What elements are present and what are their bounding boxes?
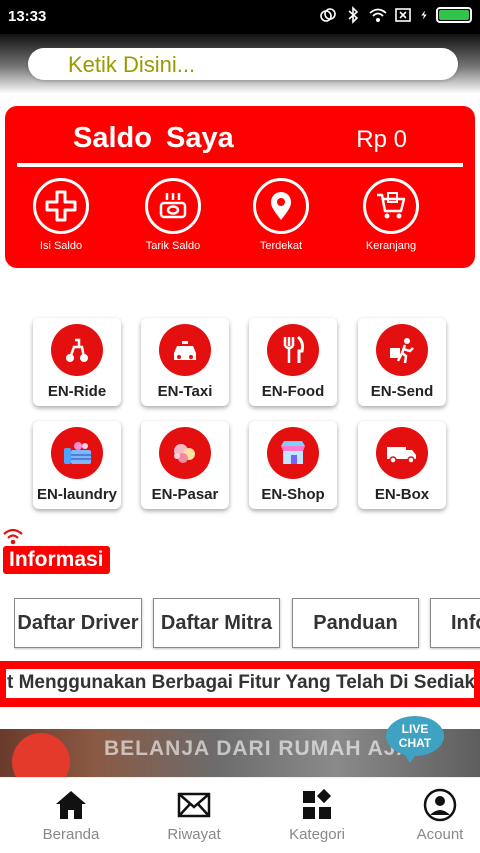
- sync-icon: [320, 8, 336, 22]
- terdekat-button[interactable]: Terdekat: [231, 178, 331, 252]
- taxi-icon: [159, 324, 211, 376]
- isi-saldo-button[interactable]: Isi Saldo: [11, 178, 111, 252]
- search-placeholder: Ketik Disini...: [68, 52, 196, 77]
- announcement-marquee: t Menggunakan Berbagai Fitur Yang Telah …: [0, 661, 480, 707]
- tarik-saldo-label: Tarik Saldo: [145, 240, 201, 252]
- saldo-card: Saldo Saya Rp 0 Isi Saldo Tarik Saldo Te…: [5, 106, 475, 268]
- withdraw-icon: [145, 178, 201, 234]
- service-en-taxi[interactable]: EN-Taxi: [141, 318, 229, 406]
- tab-daftar-driver[interactable]: Daftar Driver: [14, 598, 142, 648]
- info-tabs: Daftar Driver Daftar Mitra Panduan Info: [14, 598, 480, 650]
- isi-saldo-label: Isi Saldo: [39, 240, 83, 252]
- wifi-icon: [369, 8, 387, 22]
- nav-kategori[interactable]: Kategori: [267, 788, 367, 843]
- service-en-send[interactable]: EN-Send: [358, 318, 446, 406]
- status-bar: 13:33: [0, 0, 480, 34]
- nav-riwayat[interactable]: Riwayat: [144, 788, 244, 843]
- service-label: EN-Pasar: [151, 486, 219, 503]
- keranjang-button[interactable]: Keranjang: [341, 178, 441, 252]
- service-en-ride[interactable]: EN-Ride: [33, 318, 121, 406]
- charging-icon: [421, 10, 427, 20]
- fork-knife-icon: [267, 324, 319, 376]
- mail-icon: [144, 788, 244, 822]
- nav-label: Acount: [416, 826, 464, 843]
- account-icon: [390, 788, 480, 822]
- nav-account[interactable]: Acount: [390, 788, 480, 843]
- broadcast-icon: [3, 528, 23, 545]
- saldo-divider: [17, 163, 463, 167]
- service-label: EN-Taxi: [157, 383, 213, 400]
- service-en-box[interactable]: EN-Box: [358, 421, 446, 509]
- nav-label: Riwayat: [167, 826, 221, 843]
- battery-icon: [436, 7, 472, 23]
- service-label: EN-Food: [261, 383, 325, 400]
- service-label: EN-Ride: [47, 383, 107, 400]
- informasi-heading: Informasi: [3, 546, 110, 574]
- saldo-title: Saldo Saya: [73, 122, 234, 154]
- service-label: EN-laundry: [36, 486, 117, 503]
- bluetooth-icon: [348, 6, 359, 24]
- service-en-pasar[interactable]: EN-Pasar: [141, 421, 229, 509]
- banner-text: BELANJA DARI RUMAH AJA: [104, 737, 413, 760]
- keranjang-label: Keranjang: [365, 240, 417, 252]
- category-icon: [267, 788, 367, 822]
- service-en-laundry[interactable]: EN-laundry: [33, 421, 121, 509]
- status-time: 13:33: [8, 8, 47, 25]
- cart-icon: [363, 178, 419, 234]
- shop-icon: [267, 427, 319, 479]
- terdekat-label: Terdekat: [259, 240, 303, 252]
- saldo-amount: Rp 0: [356, 126, 407, 153]
- market-icon: [159, 427, 211, 479]
- marquee-box: t Menggunakan Berbagai Fitur Yang Telah …: [6, 669, 474, 698]
- status-icons: [319, 6, 472, 24]
- location-pin-icon: [253, 178, 309, 234]
- tab-info[interactable]: Info: [430, 598, 480, 648]
- nav-label: Beranda: [42, 826, 100, 843]
- marquee-text: t Menggunakan Berbagai Fitur Yang Telah …: [7, 672, 474, 693]
- nav-beranda[interactable]: Beranda: [21, 788, 121, 843]
- live-chat-button[interactable]: LIVE CHAT: [386, 716, 444, 763]
- tab-panduan[interactable]: Panduan: [292, 598, 419, 648]
- courier-icon: [376, 324, 428, 376]
- laundry-icon: [51, 427, 103, 479]
- sim-x-icon: [395, 8, 411, 22]
- service-en-food[interactable]: EN-Food: [249, 318, 337, 406]
- truck-icon: [376, 427, 428, 479]
- tab-daftar-mitra[interactable]: Daftar Mitra: [153, 598, 280, 648]
- search-input[interactable]: Ketik Disini...: [28, 48, 458, 80]
- plus-icon: [33, 178, 89, 234]
- home-icon: [21, 788, 121, 822]
- service-label: EN-Box: [374, 486, 430, 503]
- service-en-shop[interactable]: EN-Shop: [249, 421, 337, 509]
- service-label: EN-Shop: [261, 486, 325, 503]
- tarik-saldo-button[interactable]: Tarik Saldo: [123, 178, 223, 252]
- live-chat-line2: CHAT: [398, 736, 432, 750]
- service-label: EN-Send: [370, 383, 434, 400]
- bottom-nav: Beranda Riwayat Kategori Acount: [0, 777, 480, 853]
- nav-label: Kategori: [289, 826, 345, 843]
- live-chat-line1: LIVE: [401, 722, 429, 736]
- banner-logo: [12, 733, 70, 777]
- scooter-icon: [51, 324, 103, 376]
